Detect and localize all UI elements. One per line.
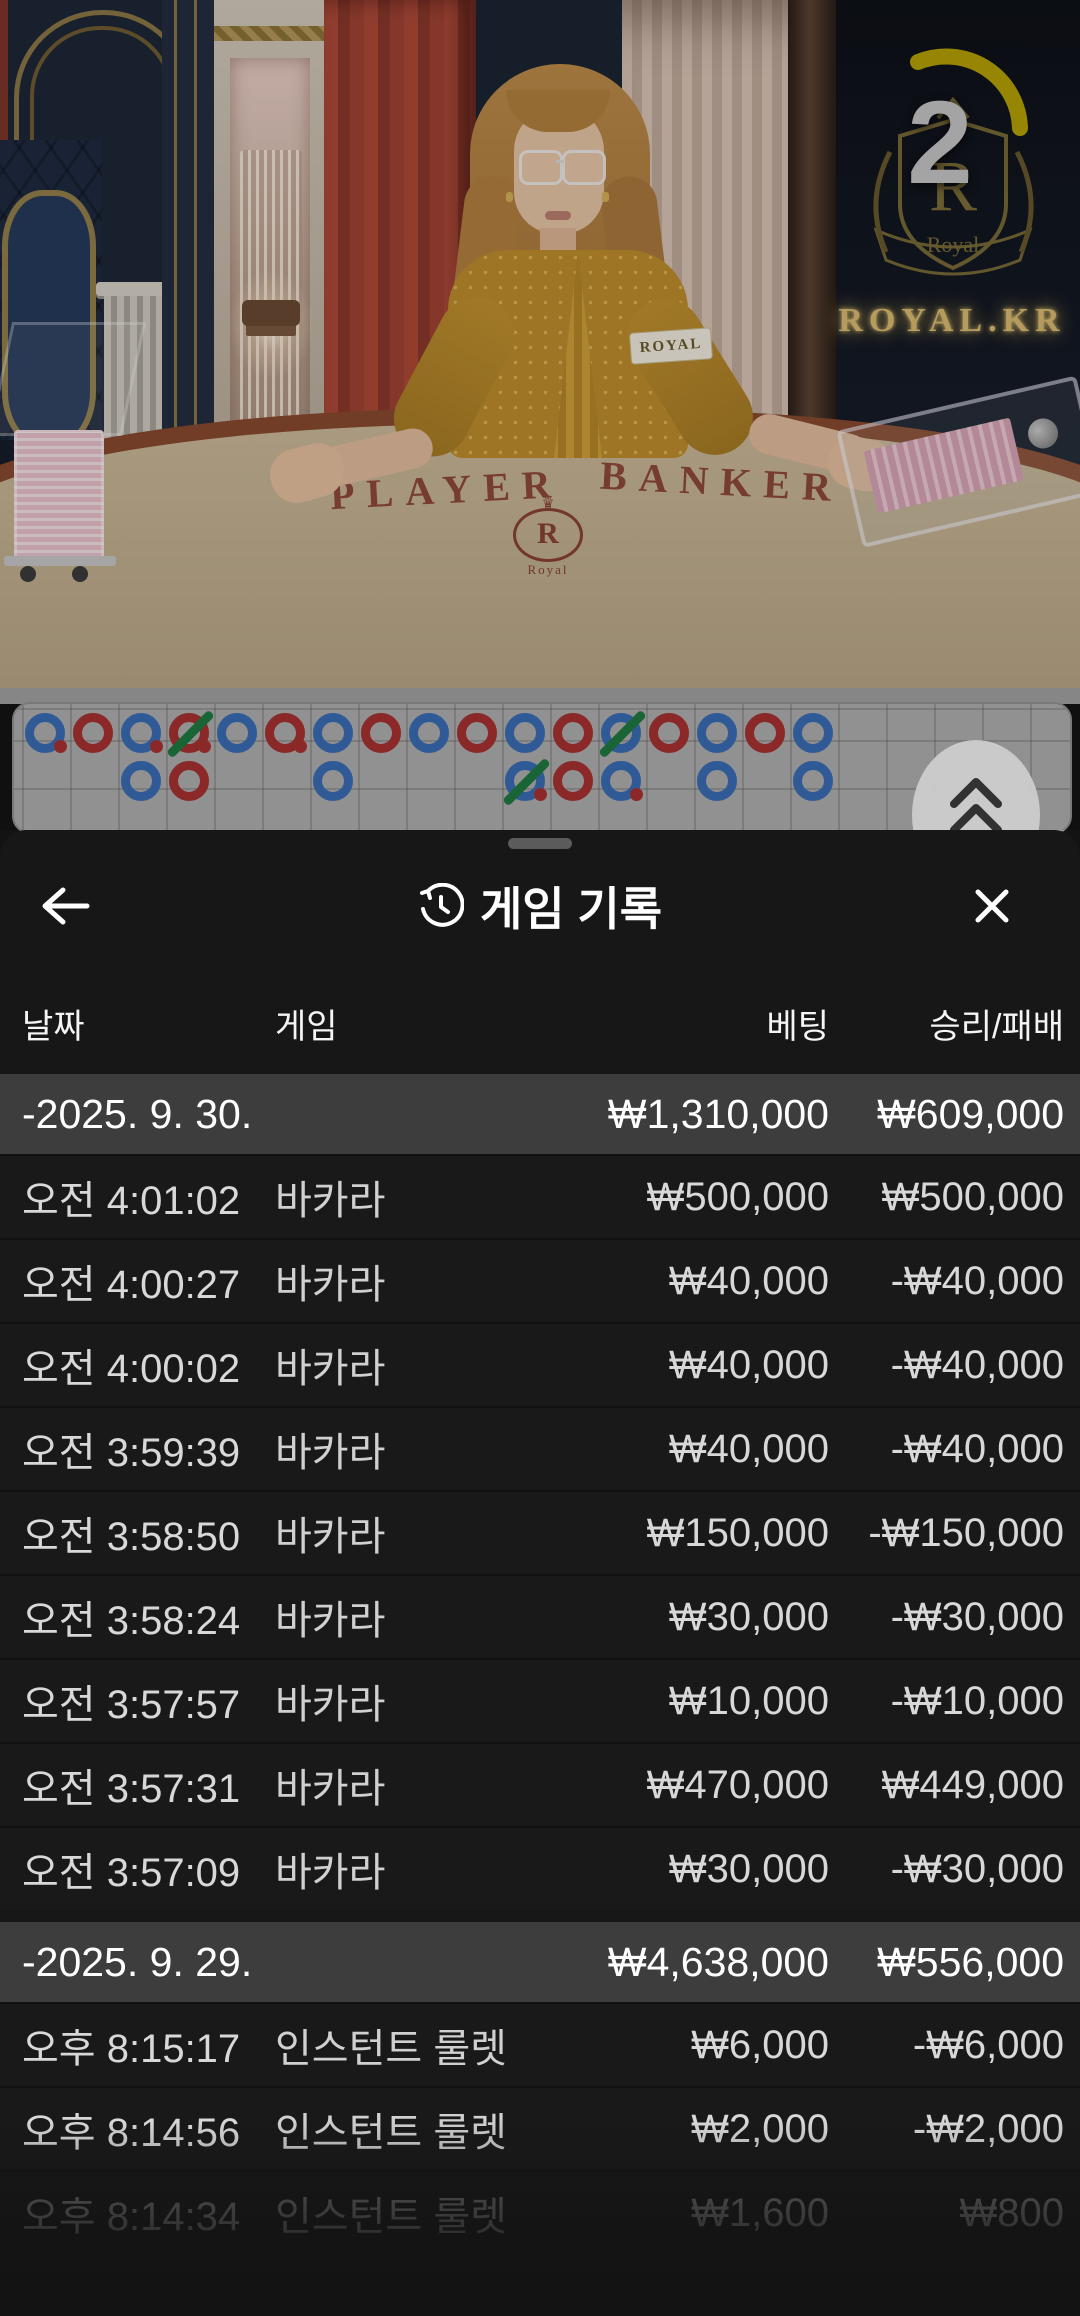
group-winloss-total: ₩556,000 [829,1939,1064,1986]
history-row: 오전 4:01:02바카라₩500,000₩500,000 [0,1154,1080,1238]
history-row: 오전 3:58:50바카라₩150,000-₩150,000 [0,1490,1080,1574]
sheet-title-row: 게임 기록 [0,876,1080,936]
row-winloss: -₩10,000 [829,1679,1064,1724]
row-game: 바카라 [275,1588,544,1646]
row-game: 인스턴트 룰렛 [275,2184,544,2242]
history-row: 오후 8:14:56인스턴트 룰렛₩2,000-₩2,000 [0,2086,1080,2170]
row-time: 오전 3:57:31 [22,1756,275,1814]
history-group-row[interactable]: -2025. 9. 30.₩1,310,000₩609,000 [0,1074,1080,1154]
row-game: 바카라 [275,1756,544,1814]
row-bet: ₩10,000 [544,1679,829,1724]
row-winloss: -₩40,000 [829,1427,1064,1472]
history-row: 오전 3:57:09바카라₩30,000-₩30,000 [0,1826,1080,1910]
row-bet: ₩30,000 [544,1847,829,1892]
sheet-header: 게임 기록 [0,830,1080,958]
group-bet-total: ₩4,638,000 [544,1939,829,1986]
row-bet: ₩6,000 [544,2023,829,2068]
row-bet: ₩30,000 [544,1595,829,1640]
col-header-date: 날짜 [22,999,275,1048]
row-winloss: -₩2,000 [829,2107,1064,2152]
history-column-headers: 날짜 게임 베팅 승리/패배 [0,984,1080,1062]
row-bet: ₩40,000 [544,1259,829,1304]
row-bet: ₩40,000 [544,1343,829,1388]
history-row: 오전 3:57:57바카라₩10,000-₩10,000 [0,1658,1080,1742]
group-winloss-total: ₩609,000 [829,1091,1064,1138]
game-history-sheet: 게임 기록 날짜 게임 베팅 승리/패배 -2025. 9. 30.₩1,310… [0,830,1080,2316]
history-group-row[interactable]: -2025. 9. 29.₩4,638,000₩556,000 [0,1922,1080,2002]
history-row: 오전 3:58:24바카라₩30,000-₩30,000 [0,1574,1080,1658]
dim-overlay [0,0,1080,830]
history-row: 오전 3:59:39바카라₩40,000-₩40,000 [0,1406,1080,1490]
col-header-bet: 베팅 [544,999,829,1048]
row-time: 오전 3:57:09 [22,1840,275,1898]
group-date: -2025. 9. 29. [22,1939,544,1986]
row-bet: ₩470,000 [544,1763,829,1808]
sheet-title: 게임 기록 [480,873,662,939]
history-row: 오전 3:57:31바카라₩470,000₩449,000 [0,1742,1080,1826]
col-header-winloss: 승리/패배 [829,999,1064,1048]
row-game: 인스턴트 룰렛 [275,2016,544,2074]
row-time: 오전 3:58:50 [22,1504,275,1562]
close-button[interactable] [952,874,1032,938]
row-winloss: -₩40,000 [829,1343,1064,1388]
row-winloss: ₩449,000 [829,1763,1064,1808]
row-game: 바카라 [275,1336,544,1394]
row-winloss: ₩800 [829,2191,1064,2236]
row-time: 오후 8:14:34 [22,2184,275,2242]
row-game: 바카라 [275,1420,544,1478]
app-screen: PLAYER BANKER ♛ R Royal ROYAL [0,0,1080,2316]
row-game: 인스턴트 룰렛 [275,2100,544,2158]
row-bet: ₩150,000 [544,1511,829,1556]
row-game: 바카라 [275,1504,544,1562]
group-date: -2025. 9. 30. [22,1091,544,1138]
row-time: 오전 4:00:02 [22,1336,275,1394]
row-time: 오전 4:01:02 [22,1168,275,1226]
col-header-game: 게임 [275,999,544,1048]
row-game: 바카라 [275,1168,544,1226]
history-body: -2025. 9. 30.₩1,310,000₩609,000오전 4:01:0… [0,1062,1080,2254]
row-time: 오전 3:58:24 [22,1588,275,1646]
row-winloss: -₩6,000 [829,2023,1064,2068]
row-time: 오전 4:00:27 [22,1252,275,1310]
history-row: 오전 4:00:02바카라₩40,000-₩40,000 [0,1322,1080,1406]
history-row: 오전 4:00:27바카라₩40,000-₩40,000 [0,1238,1080,1322]
row-winloss: -₩40,000 [829,1259,1064,1304]
history-clock-icon [418,883,464,929]
row-winloss: ₩500,000 [829,1175,1064,1220]
history-row: 오후 8:14:34인스턴트 룰렛₩1,600₩800 [0,2170,1080,2254]
row-time: 오후 8:14:56 [22,2100,275,2158]
row-time: 오후 8:15:17 [22,2016,275,2074]
history-row: 오후 8:15:17인스턴트 룰렛₩6,000-₩6,000 [0,2002,1080,2086]
row-game: 바카라 [275,1672,544,1730]
row-bet: ₩1,600 [544,2191,829,2236]
row-bet: ₩2,000 [544,2107,829,2152]
row-bet: ₩500,000 [544,1175,829,1220]
row-winloss: -₩30,000 [829,1847,1064,1892]
row-winloss: -₩150,000 [829,1511,1064,1556]
row-game: 바카라 [275,1840,544,1898]
row-winloss: -₩30,000 [829,1595,1064,1640]
close-icon [973,887,1011,925]
row-bet: ₩40,000 [544,1427,829,1472]
row-time: 오전 3:57:57 [22,1672,275,1730]
row-time: 오전 3:59:39 [22,1420,275,1478]
group-bet-total: ₩1,310,000 [544,1091,829,1138]
row-game: 바카라 [275,1252,544,1310]
